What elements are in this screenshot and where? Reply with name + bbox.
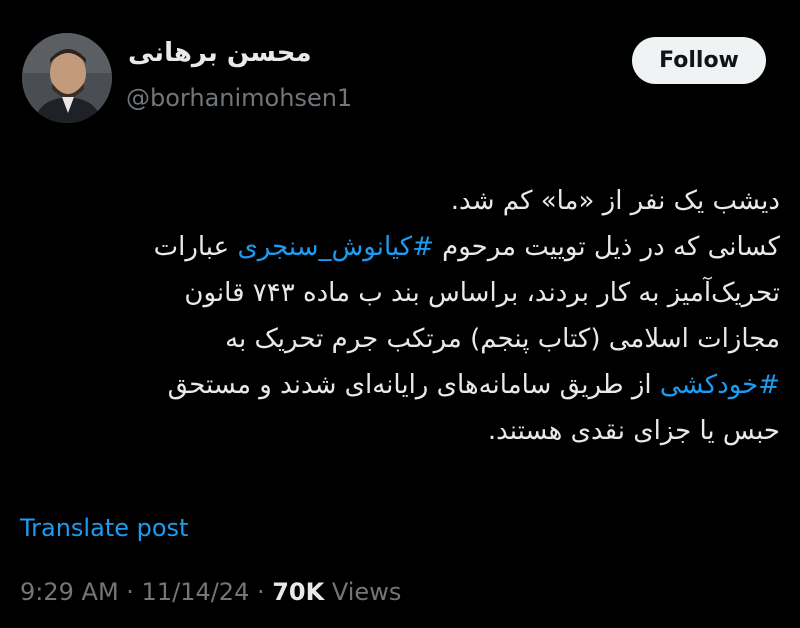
handle[interactable]: @borhanimohsen1 <box>126 86 352 110</box>
meta-separator: · <box>249 578 273 606</box>
tweet-header: محسن برهانی @borhanimohsen1 Follow <box>0 0 800 130</box>
hashtag-link[interactable]: #کیانوش_سنجری <box>237 232 433 262</box>
tweet-meta: 9:29 AM · 11/14/24 · 70K Views <box>20 578 401 607</box>
follow-button[interactable]: Follow <box>632 37 766 84</box>
hashtag-link[interactable]: #خودکشی <box>660 370 780 400</box>
tweet-line-6: حبس یا جزای نقدی هستند. <box>487 416 780 446</box>
tweet-line-5-suffix: از طریق سامانه‌های رایانه‌ای شدند و مستح… <box>167 370 660 400</box>
timestamp-date[interactable]: 11/14/24 <box>142 578 250 606</box>
translate-post-link[interactable]: Translate post <box>20 514 188 543</box>
tweet-line-2-suffix: عبارات <box>153 232 238 262</box>
avatar[interactable] <box>22 33 112 123</box>
tweet-line-5: #خودکشی از طریق سامانه‌های رایانه‌ای شدن… <box>20 362 780 408</box>
views-count: 70K <box>272 578 325 606</box>
tweet-line-3: تحریک‌آمیز به کار بردند، براساس بند ب ما… <box>184 278 780 308</box>
display-name[interactable]: محسن برهانی <box>128 40 312 66</box>
tweet-text: دیشب یک نفر از «ما» کم شد. کسانی که در ذ… <box>20 178 780 454</box>
views-label: Views <box>324 578 402 606</box>
avatar-image <box>22 33 112 123</box>
tweet-line-2: کسانی که در ذیل توییت مرحوم #کیانوش_سنجر… <box>20 224 780 270</box>
tweet-line-2-prefix: کسانی که در ذیل توییت مرحوم <box>433 232 780 262</box>
meta-separator: · <box>118 578 142 606</box>
tweet-line-1: دیشب یک نفر از «ما» کم شد. <box>450 186 780 216</box>
tweet-line-4: مجازات اسلامی (کتاب پنجم) مرتکب جرم تحری… <box>225 324 780 354</box>
timestamp-time[interactable]: 9:29 AM <box>20 578 119 606</box>
